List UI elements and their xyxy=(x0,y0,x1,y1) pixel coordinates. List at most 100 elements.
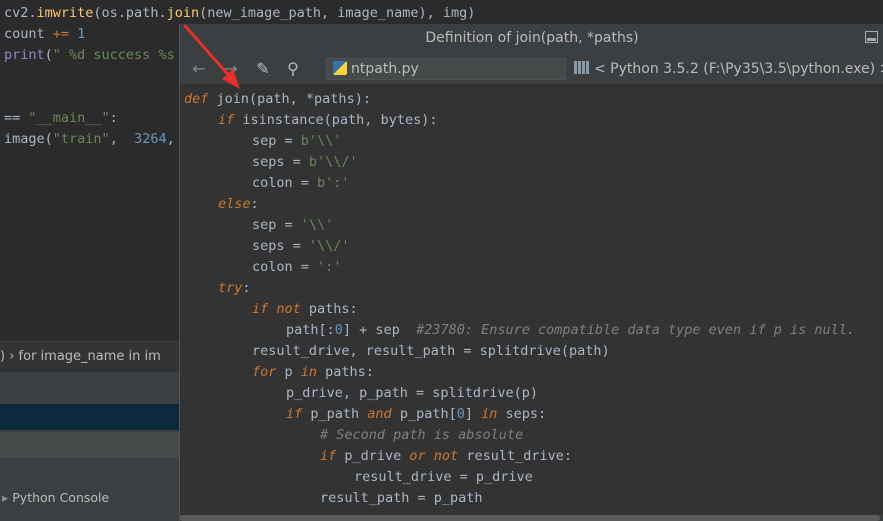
code-line: else: xyxy=(218,194,259,215)
code-token: = xyxy=(284,217,301,233)
code-token: = xyxy=(300,175,318,191)
code-token: imwrite xyxy=(36,5,94,21)
code-token: : xyxy=(250,196,259,212)
selected-row[interactable] xyxy=(0,404,180,430)
code-token: #23780: Ensure compatible data type even… xyxy=(416,322,855,338)
code-token: seps: xyxy=(505,406,547,422)
file-chip[interactable]: ntpath.py xyxy=(326,58,566,80)
code-token: p_drive, p_path = splitdrive(p) xyxy=(286,385,538,401)
code-token: == xyxy=(4,110,29,126)
code-token: "train" xyxy=(52,131,110,147)
code-token: b'\\' xyxy=(300,133,342,149)
definition-popup: Definition of join(path, *paths) ← → ✎ ⚲… xyxy=(179,24,883,521)
code-token: "__main__" xyxy=(28,110,110,126)
back-arrow-icon[interactable]: ← xyxy=(188,58,210,80)
python-file-icon xyxy=(333,61,347,75)
code-token: result_drive, result_path = splitdrive(p… xyxy=(252,343,610,359)
file-name: ntpath.py xyxy=(351,61,419,77)
code-token: b':' xyxy=(317,175,350,191)
code-token: p_drive xyxy=(344,448,410,464)
code-line: for p in paths: xyxy=(252,362,374,383)
code-token: = xyxy=(284,133,301,149)
code-token: (path, *paths): xyxy=(249,91,371,107)
code-line: sep = '\\' xyxy=(252,215,333,236)
editor-line: print(" %d success %s xyxy=(4,45,175,66)
breadcrumb[interactable]: ) › for image_name in im xyxy=(0,341,180,372)
code-token: try xyxy=(218,280,243,296)
code-token: if not xyxy=(252,301,309,317)
code-token: sep xyxy=(252,217,285,233)
code-line: if p_path and p_path[0] in seps: xyxy=(286,404,546,425)
console-icon: ▸ xyxy=(2,490,9,505)
editor-line: == "__main__": xyxy=(4,108,118,129)
code-token: result_path = p_path xyxy=(320,490,483,506)
code-token: def xyxy=(184,91,217,107)
code-token: result_drive = p_drive xyxy=(354,469,533,485)
code-token: join xyxy=(216,91,250,107)
popup-title: Definition of join(path, *paths) xyxy=(180,24,883,52)
code-token: if xyxy=(320,448,345,464)
code-line: seps = b'\\/' xyxy=(252,152,358,173)
interpreter-label[interactable]: < Python 3.5.2 (F:\Py35\3.5\python.exe) … xyxy=(572,58,883,80)
code-token: b'\\/' xyxy=(308,154,358,170)
code-line: if isinstance(path, bytes): xyxy=(218,110,437,131)
code-token: # Second path is absolute xyxy=(320,427,524,443)
scrollbar-thumb[interactable] xyxy=(180,515,880,521)
code-token: = xyxy=(300,259,318,275)
horizontal-scrollbar[interactable] xyxy=(180,515,883,521)
code-token: and xyxy=(367,406,400,422)
code-token: p_path[ xyxy=(399,406,457,422)
definition-code[interactable]: def join(path, *paths): if isinstance(pat… xyxy=(180,84,883,521)
code-line: colon = ':' xyxy=(252,257,341,278)
code-token: : xyxy=(242,280,251,296)
code-token: if xyxy=(286,406,311,422)
code-token: 0 xyxy=(334,322,343,338)
code-line: if not paths: xyxy=(252,299,358,320)
show-in-find-icon[interactable]: ⚲ xyxy=(282,58,304,80)
code-token: seps xyxy=(252,238,293,254)
code-token: colon xyxy=(252,175,301,191)
code-token: print xyxy=(4,47,45,63)
code-token: paths: xyxy=(308,301,358,317)
code-line: # Second path is absolute xyxy=(320,425,523,446)
code-line: colon = b':' xyxy=(252,173,350,194)
forward-arrow-icon[interactable]: → xyxy=(220,58,242,80)
code-token: cv2. xyxy=(4,5,37,21)
code-token: count xyxy=(4,26,53,42)
code-line: seps = '\\/' xyxy=(252,236,350,257)
code-token: p_path xyxy=(310,406,368,422)
code-token: += xyxy=(52,26,78,42)
code-line: try: xyxy=(218,278,251,299)
code-line: if p_drive or not result_drive: xyxy=(320,446,572,467)
code-token: ( xyxy=(44,47,53,63)
popup-title-text: Definition of join(path, *paths) xyxy=(425,30,639,46)
code-line: result_drive, result_path = splitdrive(p… xyxy=(252,341,610,362)
code-token: = xyxy=(292,154,309,170)
code-token: (os.path. xyxy=(93,5,167,21)
code-token: 3264 xyxy=(134,131,167,147)
code-line: result_path = p_path xyxy=(320,488,483,509)
code-token: p xyxy=(284,364,301,380)
interpreter-text: < Python 3.5.2 (F:\Py35\3.5\python.exe) … xyxy=(594,61,883,77)
code-token: for xyxy=(252,364,285,380)
popup-toolbar: ← → ✎ ⚲ ntpath.py < Python 3.5.2 (F:\Py3… xyxy=(180,54,883,84)
edit-source-icon[interactable]: ✎ xyxy=(252,58,274,80)
code-token: (new_image_path, image_name), img) xyxy=(199,5,476,21)
library-icon xyxy=(574,61,590,74)
python-console-tab[interactable]: ▸ Python Console xyxy=(0,486,182,510)
code-token: (path, bytes): xyxy=(323,112,438,128)
code-line: sep = b'\\' xyxy=(252,131,341,152)
code-token: image( xyxy=(4,131,53,147)
pin-window-icon[interactable] xyxy=(865,31,878,43)
code-token: in xyxy=(481,406,506,422)
breadcrumb-text: ) › for image_name in im xyxy=(0,349,161,364)
code-token: ] xyxy=(464,406,482,422)
tool-row[interactable] xyxy=(0,432,180,458)
code-token: paths: xyxy=(325,364,374,380)
code-token: else xyxy=(218,196,251,212)
code-token: join xyxy=(166,5,200,21)
code-line: result_drive = p_drive xyxy=(354,467,533,488)
code-token: isinstance xyxy=(242,112,324,128)
code-token: result_drive: xyxy=(466,448,572,464)
code-token: 0 xyxy=(456,406,465,422)
